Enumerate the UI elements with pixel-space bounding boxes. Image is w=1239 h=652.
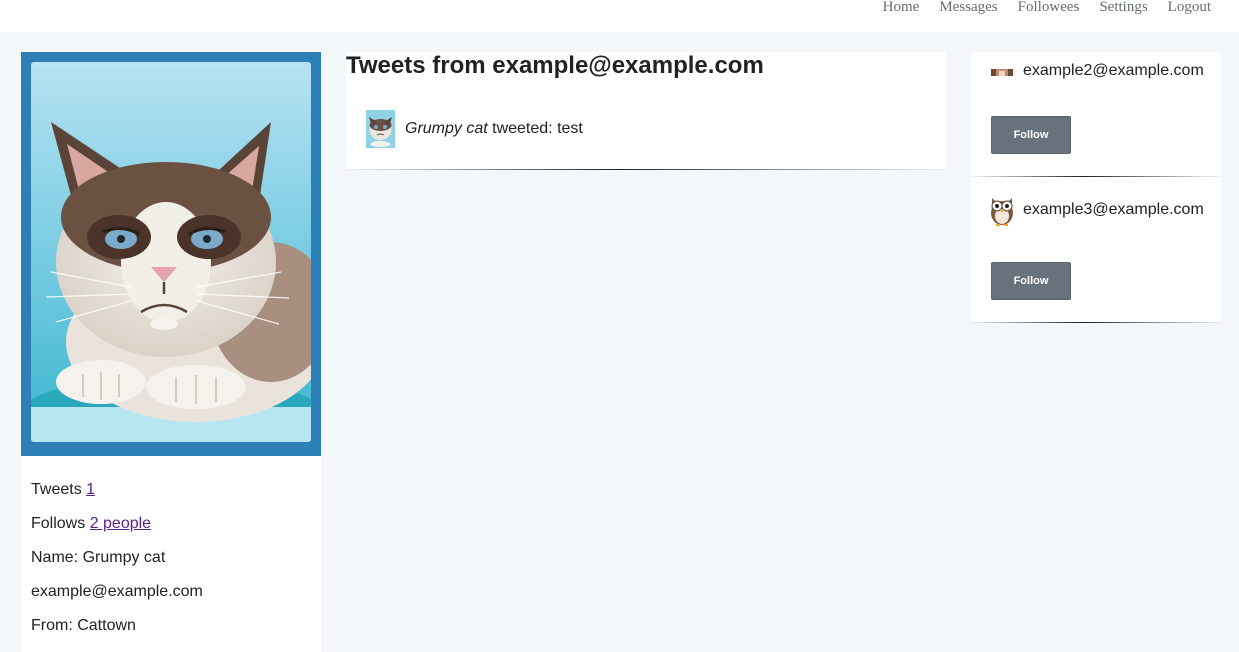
profile-photo [31,62,311,442]
suggestion-item: example3@example.com Follow [971,176,1221,322]
suggestion-divider [971,322,1221,323]
profile-location: From: Cattown [31,617,136,634]
nav-followees[interactable]: Followees [1018,0,1080,15]
suggestion-item: example2@example.com Follow [971,52,1221,176]
profile-panel: Tweets 1 Follows 2 people Name: Grumpy c… [21,52,321,652]
tweets-stat: Tweets 1 [31,480,203,500]
nav-settings[interactable]: Settings [1099,0,1147,15]
nav-home[interactable]: Home [883,0,920,15]
top-navbar: Home Messages Followees Settings Logout [0,0,1239,32]
tweets-panel: Tweets from example@example.com Grumpy c… [346,52,946,170]
follow-button[interactable]: Follow [991,262,1071,300]
cat-avatar-icon [991,66,1013,76]
tweets-label: Tweets [31,481,82,498]
tweet-content: test [557,120,583,137]
nav-logout[interactable]: Logout [1168,0,1211,15]
tweets-count-link[interactable]: 1 [86,481,95,498]
follows-label: Follows [31,515,86,532]
follow-button[interactable]: Follow [991,116,1071,154]
page-title: Tweets from example@example.com [346,52,764,79]
main-nav: Home Messages Followees Settings Logout [863,0,1211,15]
suggestion-email: example2@example.com [1023,62,1204,79]
tweet-item: Grumpy cat tweeted: test [366,110,583,148]
profile-email: example@example.com [31,583,203,600]
grumpy-cat-image [31,62,311,442]
profile-name: Name: Grumpy cat [31,549,166,566]
tweet-text: Grumpy cat tweeted: test [405,120,583,138]
follows-link[interactable]: 2 people [90,515,151,532]
follow-suggestions-panel: example2@example.com Follow example3@exa… [971,52,1221,323]
owl-avatar-icon [989,194,1015,226]
tweet-verb: tweeted: [487,120,558,137]
follows-stat: Follows 2 people [31,514,203,534]
profile-photo-frame [21,52,321,456]
grumpy-cat-avatar-icon [366,110,395,148]
suggestion-email: example3@example.com [1023,201,1204,218]
tweet-author: Grumpy cat [405,120,488,137]
nav-messages[interactable]: Messages [939,0,997,15]
profile-stats: Tweets 1 Follows 2 people Name: Grumpy c… [31,480,203,650]
